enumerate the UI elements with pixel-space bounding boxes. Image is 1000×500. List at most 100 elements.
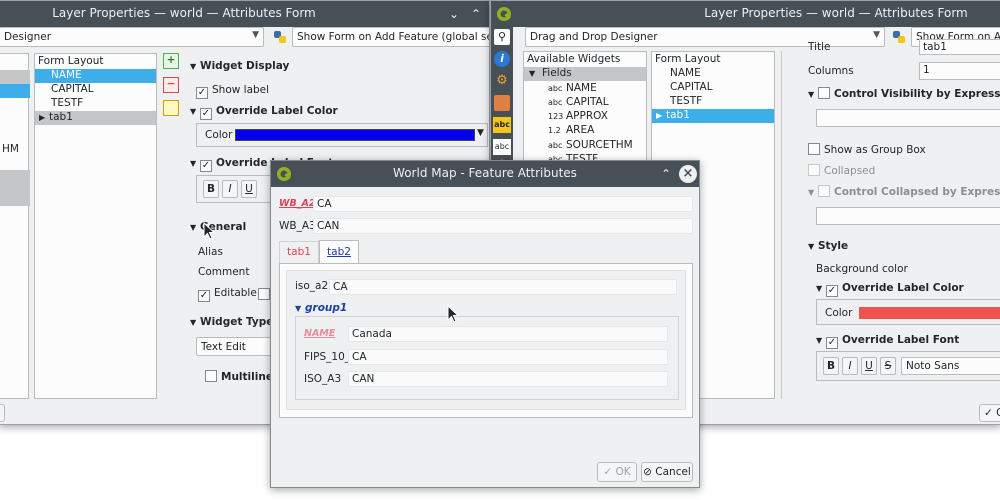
symbology-icon[interactable] — [494, 95, 510, 111]
show-label-checkbox[interactable]: ✓ Show label — [196, 84, 269, 99]
labels-icon[interactable]: abc — [493, 117, 511, 133]
color-swatch-button[interactable] — [859, 307, 1000, 319]
masks-icon[interactable]: abc — [493, 139, 511, 155]
cancel-button[interactable]: ⊘ Cancel — [641, 462, 693, 482]
override-label-color-header[interactable]: ▼ ✓ Override Label Color — [190, 105, 338, 120]
form-layout-item-name[interactable]: NAME — [652, 67, 774, 81]
python-icon[interactable] — [891, 29, 907, 45]
multiline-checkbox[interactable]: Multiline — [205, 370, 273, 383]
wb-a2-label: WB_A2 — [279, 198, 316, 209]
partial-row-selected[interactable] — [0, 84, 30, 98]
checkbox-icon — [808, 164, 820, 176]
widget-display-header[interactable]: ▼ Widget Display — [190, 60, 289, 72]
ok-button[interactable]: ✓ OK — [597, 462, 637, 482]
field-name: NAME — [566, 82, 597, 94]
field-item-sourcethm[interactable]: abc SOURCETHM — [548, 139, 633, 153]
italic-button[interactable]: I — [842, 357, 858, 375]
wb-a3-field[interactable]: CAN — [313, 218, 693, 234]
python-icon[interactable] — [272, 29, 288, 45]
collapsed-checkbox[interactable]: Collapsed — [808, 164, 875, 177]
splitter[interactable] — [781, 51, 782, 399]
editable-checkbox[interactable]: ✓ Editable — [198, 287, 257, 302]
name-field[interactable]: Canada — [348, 326, 668, 342]
override-label-color-header[interactable]: ▼ ✓ Override Label Color — [816, 282, 964, 297]
form-layout-item-tab1[interactable]: ▶ tab1 — [35, 111, 156, 125]
control-visibility-header[interactable]: ▼ Control Visibility by Expression — [808, 87, 1000, 100]
chevron-down-icon[interactable]: ▼ — [477, 128, 484, 138]
field-item-area[interactable]: 1.2 AREA — [548, 124, 594, 138]
group1-header[interactable]: ▼ group1 — [295, 302, 347, 314]
iso-a3-field[interactable]: CAN — [348, 371, 668, 387]
collapsed-text: Collapsed — [824, 165, 876, 177]
override-label-font-header[interactable]: ▼✓ Override Label Font — [816, 334, 959, 349]
collapsed-expression-field[interactable] — [816, 207, 1000, 225]
tab-label: tab2 — [327, 246, 351, 258]
form-layout-item-testf[interactable]: TESTF — [652, 95, 774, 109]
control-visibility-text: Control Visibility by Expression — [834, 88, 1000, 100]
mouse-cursor-icon — [203, 221, 216, 243]
form-layout-item-capital[interactable]: CAPITAL — [35, 83, 156, 97]
expand-arrow-icon[interactable]: ▶ — [39, 113, 49, 122]
remove-item-icon[interactable]: − — [163, 77, 179, 93]
designer-combo[interactable]: Designer ▼ — [0, 27, 264, 47]
color-swatch-button[interactable] — [235, 129, 475, 141]
color-label: Color — [825, 307, 853, 319]
bold-button[interactable]: B — [823, 357, 839, 375]
form-layout-item-name[interactable]: NAME — [35, 69, 156, 83]
style-header[interactable]: ▼ Style — [808, 240, 848, 252]
item-label: NAME — [51, 69, 82, 81]
edit-expression-icon[interactable] — [163, 100, 179, 116]
minimize-icon[interactable]: ⌄ — [445, 5, 463, 23]
collapse-arrow-icon: ▼ — [529, 69, 536, 78]
text-type-icon: abc — [548, 141, 563, 150]
designer-combo-value: Designer — [4, 31, 52, 43]
close-icon[interactable]: × — [679, 165, 697, 183]
reuse-last-value-checkbox[interactable] — [258, 288, 270, 300]
maximize-icon[interactable]: ⌃ — [657, 165, 675, 183]
title-field[interactable]: tab1 — [919, 39, 1000, 55]
fips-10-field[interactable]: CA — [348, 349, 668, 365]
widget-display-title: Widget Display — [200, 60, 290, 72]
ok-button-partial[interactable]: ✓ O — [979, 404, 1000, 422]
name-label: NAME — [304, 328, 336, 339]
bold-button[interactable]: B — [203, 180, 219, 198]
field-item-approx[interactable]: 123 APPROX — [548, 110, 608, 124]
underline-button[interactable]: U — [241, 180, 257, 198]
widget-type-combo[interactable]: Text Edit — [196, 337, 276, 356]
form-layout-item-tab1[interactable]: ▶ tab1 — [652, 109, 774, 123]
italic-button[interactable]: I — [222, 180, 238, 198]
expand-arrow-icon[interactable]: ▶ — [656, 111, 666, 120]
help-button-partial[interactable] — [0, 404, 5, 422]
columns-spinbox[interactable]: 1 — [919, 62, 1000, 80]
strikeout-button[interactable]: S — [880, 357, 896, 375]
widget-type-header[interactable]: ▼ Widget Type — [190, 316, 273, 328]
fields-group-label: Fields — [542, 67, 572, 79]
chevron-down-icon: ▼ — [252, 30, 259, 40]
search-icon[interactable]: ⚲ — [494, 29, 510, 45]
add-container-icon[interactable]: + — [163, 53, 179, 69]
information-icon[interactable]: i — [494, 51, 510, 67]
tab-tab2[interactable]: tab2 — [319, 240, 359, 264]
suppress-form-combo[interactable]: Show Form on Add Feature (global setting… — [292, 27, 489, 47]
fields-group[interactable]: ▼ Fields — [524, 67, 646, 81]
maximize-icon[interactable]: ⌃ — [467, 5, 485, 23]
source-icon[interactable]: ⚙ — [494, 73, 510, 89]
general-header[interactable]: ▼ General — [190, 221, 246, 233]
designer-combo[interactable]: Drag and Drop Designer ▼ — [525, 27, 885, 47]
visibility-expression-field[interactable] — [816, 109, 1000, 127]
checkmark-icon: ✓ — [196, 87, 208, 99]
iso-a2-field[interactable]: CA — [329, 279, 677, 295]
wb-a2-field[interactable]: CA — [313, 196, 693, 212]
show-as-group-box-checkbox[interactable]: Show as Group Box — [808, 143, 926, 156]
font-family-combo[interactable]: Noto Sans — [901, 357, 1000, 375]
tab-inner-frame: iso_a2 CA ▼ group1 NAME Canada FIPS_10_ C… — [286, 270, 686, 410]
form-layout-item-capital[interactable]: CAPITAL — [652, 81, 774, 95]
tab-tab1[interactable]: tab1 — [279, 241, 319, 263]
control-collapsed-header[interactable]: ▼ Control Collapsed by Expression — [808, 185, 1000, 198]
text-type-icon: abc — [548, 84, 563, 93]
field-item-name[interactable]: abc NAME — [548, 82, 597, 96]
show-label-text: Show label — [212, 84, 270, 96]
field-item-capital[interactable]: abc CAPITAL — [548, 96, 609, 110]
form-layout-item-testf[interactable]: TESTF — [35, 97, 156, 111]
underline-button[interactable]: U — [861, 357, 877, 375]
